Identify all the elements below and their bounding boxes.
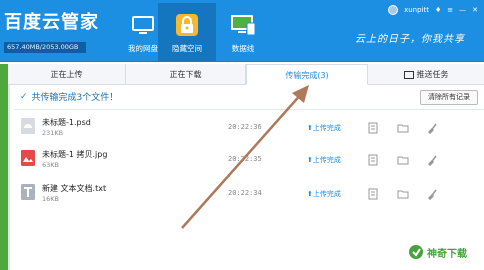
details-icon[interactable] [367, 122, 379, 134]
upload-status: ⬆上传完成 [307, 190, 341, 198]
menu-icon[interactable]: ≡ [447, 6, 453, 14]
file-name: 未标题-1.psd [42, 118, 91, 127]
nav-hidden-space[interactable]: 隐藏空间 [158, 3, 216, 62]
file-time: 20:22:36 [228, 123, 262, 131]
close-icon[interactable]: ✕ [472, 6, 478, 14]
tv-icon [132, 16, 154, 34]
nav-data-cable[interactable]: 数据线 [214, 3, 272, 62]
storage-quota: 657.40MB/2053.00GB [4, 42, 86, 53]
watermark: 神奇下载 [408, 244, 467, 260]
file-size: 63KB [42, 161, 59, 169]
image-file-icon [21, 150, 35, 166]
app-title: 百度云管家 [4, 12, 99, 33]
file-row[interactable]: 未标题-1.psd 231KB 20:22:36 ⬆上传完成 [14, 115, 484, 149]
file-size: 16KB [42, 195, 59, 203]
file-time: 20:22:34 [228, 189, 262, 197]
upload-status: ⬆上传完成 [307, 124, 341, 132]
watermark-logo-icon [409, 245, 423, 259]
status-text: 上传完成 [312, 190, 341, 198]
file-time: 20:22:35 [228, 155, 262, 163]
file-name: 未标题-1 拷贝.jpg [42, 150, 108, 159]
minimize-icon[interactable]: — [459, 6, 466, 14]
divider [14, 109, 484, 110]
details-icon[interactable] [367, 188, 379, 200]
summary-text: 共传输完成3个文件！ [31, 93, 119, 103]
push-icon [403, 70, 414, 79]
clean-icon[interactable] [427, 188, 439, 200]
window-controls: xunpitt ♦ ≡ — ✕ [388, 4, 478, 16]
file-size: 231KB [42, 129, 64, 137]
tab-uploading[interactable]: 正在上传 [8, 64, 126, 85]
status-text: 上传完成 [312, 124, 341, 132]
upload-status: ⬆上传完成 [307, 156, 341, 164]
clear-all-records-button[interactable]: 清除所有记录 [420, 90, 478, 105]
nav-label: 隐藏空间 [172, 44, 202, 53]
slogan: 云上的日子，你我共享 [355, 34, 465, 45]
details-icon[interactable] [367, 154, 379, 166]
folder-icon[interactable] [397, 154, 409, 166]
file-row[interactable]: 新建 文本文档.txt 16KB 20:22:34 ⬆上传完成 [14, 181, 484, 215]
text-file-icon [21, 184, 35, 200]
username[interactable]: xunpitt [404, 6, 429, 14]
side-bar [0, 64, 10, 270]
transfer-tabs: 正在上传 正在下载 传输完成(3) 推送任务 [8, 64, 484, 85]
clean-icon[interactable] [427, 154, 439, 166]
nav-label: 数据线 [231, 44, 255, 53]
folder-icon[interactable] [397, 122, 409, 134]
watermark-text: 神奇下载 [427, 248, 467, 260]
avatar[interactable] [388, 5, 399, 15]
tab-push-tasks[interactable]: 推送任务 [368, 64, 484, 85]
transfer-summary: ✓ 共传输完成3个文件！ [20, 90, 119, 104]
status-text: 上传完成 [312, 156, 341, 164]
monitor-icon [231, 15, 256, 36]
folder-icon[interactable] [397, 188, 409, 200]
tab-label: 推送任务 [416, 70, 449, 79]
check-icon: ✓ [20, 91, 28, 102]
tab-downloading[interactable]: 正在下载 [126, 64, 246, 85]
file-row[interactable]: 未标题-1 拷贝.jpg 63KB 20:22:35 ⬆上传完成 [14, 147, 484, 181]
lock-icon [176, 14, 198, 36]
tab-completed[interactable]: 传输完成(3) [246, 64, 368, 85]
clean-icon[interactable] [427, 122, 439, 134]
psd-file-icon [21, 118, 35, 134]
file-name: 新建 文本文档.txt [42, 184, 107, 193]
header-bar: 百度云管家 657.40MB/2053.00GB 我的网盘 隐藏空间 数据线 x… [0, 0, 484, 62]
notification-icon[interactable]: ♦ [435, 6, 441, 14]
